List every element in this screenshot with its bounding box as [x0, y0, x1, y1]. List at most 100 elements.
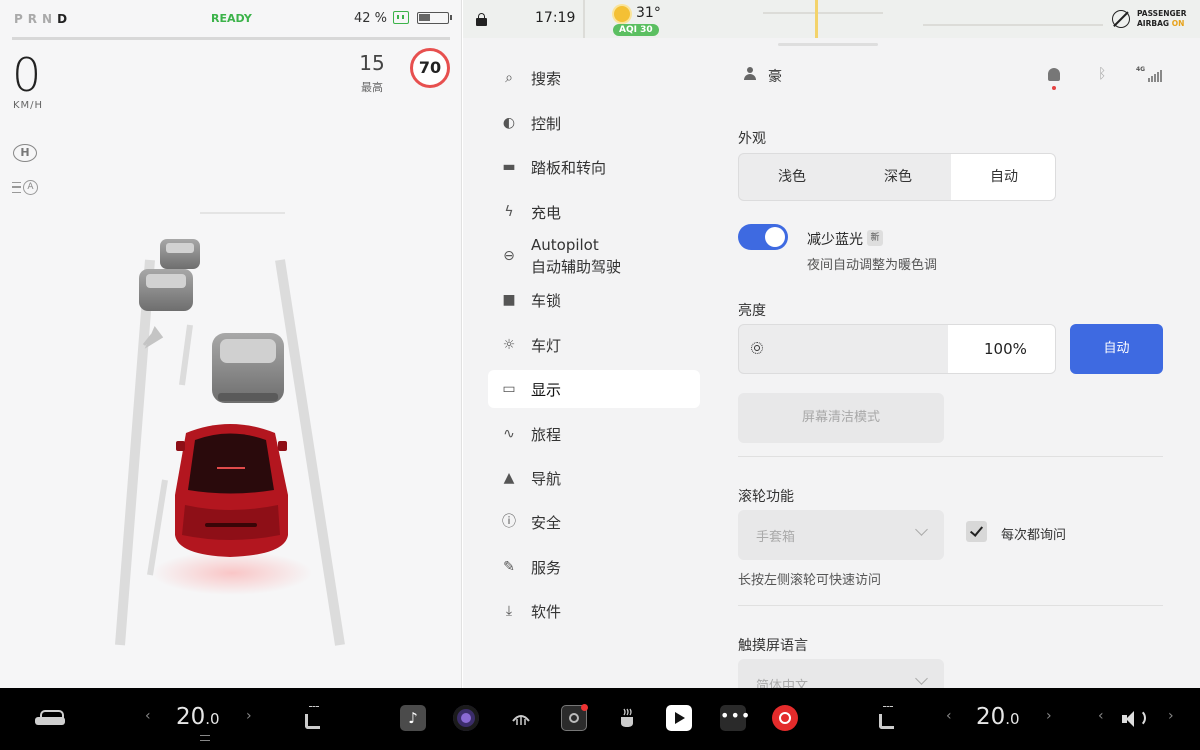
appearance-segmented-control: 浅色 深色 自动: [738, 153, 1056, 201]
speed-unit: KM/H: [13, 100, 44, 111]
chevron-down-icon: [915, 672, 928, 685]
user-icon[interactable]: [744, 67, 756, 81]
outside-temperature: 31°: [636, 5, 661, 21]
new-badge: 新: [867, 230, 883, 246]
menu-item-service[interactable]: ✎ 服务: [488, 548, 700, 586]
vehicle-distant-2: [139, 269, 193, 311]
camera-app-icon[interactable]: [453, 705, 479, 731]
menu-item-label: 踏板和转向: [531, 159, 607, 177]
scroll-wheel-hint: 长按左侧滚轮可快速访问: [738, 573, 882, 588]
chevron-down-icon: [915, 523, 928, 536]
menu-item-label: 服务: [531, 559, 562, 577]
lane-line-left: [115, 259, 155, 646]
clock: 17:19: [535, 10, 576, 26]
brake-light-glow: [152, 551, 312, 595]
bolt-icon: ϟ: [504, 204, 514, 220]
reduce-blue-light-label: 减少蓝光: [807, 232, 863, 248]
appearance-option-auto[interactable]: 自动: [951, 154, 1055, 200]
menu-item-label: 充电: [531, 204, 562, 222]
menu-item-label: 旅程: [531, 426, 562, 444]
driver-temp-down-button[interactable]: ‹: [145, 708, 151, 724]
menu-item-safety[interactable]: ⓘ 安全: [488, 503, 700, 541]
appearance-option-light[interactable]: 浅色: [739, 154, 845, 200]
menu-item-label: 车灯: [531, 337, 562, 355]
ready-indicator: READY: [211, 12, 252, 25]
vehicle-lead: [212, 333, 284, 403]
max-speed-label: 最高: [361, 81, 383, 94]
menu-item-search[interactable]: ⌕ 搜索: [488, 59, 700, 97]
passenger-temp-up-button[interactable]: ›: [1046, 708, 1052, 724]
passenger-seat-heater-icon[interactable]: [877, 706, 895, 729]
vehicle-distant-1: [160, 239, 200, 269]
auto-high-beam-icon: A: [12, 180, 38, 196]
map-road: [583, 0, 585, 38]
reduce-blue-light-toggle[interactable]: [738, 224, 788, 250]
music-app-icon[interactable]: ♪: [400, 705, 426, 731]
menu-item-navigation[interactable]: ▲ 导航: [488, 459, 700, 497]
passenger-temp-down-button[interactable]: ‹: [946, 708, 952, 724]
brightness-title: 亮度: [738, 303, 766, 319]
menu-item-autopilot[interactable]: ⊖ Autopilot 自动辅助驾驶: [488, 236, 700, 276]
menu-item-locks[interactable]: ■ 车锁: [488, 281, 700, 319]
menu-item-trips[interactable]: ∿ 旅程: [488, 415, 700, 453]
menu-item-controls[interactable]: ◐ 控制: [488, 104, 700, 142]
trips-icon: ∿: [503, 426, 515, 442]
more-apps-icon[interactable]: •••: [720, 705, 750, 731]
driving-panel: PRND READY 42 % 0 KM/H 15 最高 70 H A: [0, 0, 462, 688]
appearance-title: 外观: [738, 131, 766, 147]
menu-item-label: 导航: [531, 470, 562, 488]
ask-every-time-checkbox[interactable]: [966, 521, 987, 542]
menu-item-display[interactable]: ▭ 显示: [488, 370, 700, 408]
brightness-auto-button[interactable]: 自动: [1070, 324, 1163, 374]
lane-dash: [179, 324, 193, 386]
passenger-airbag-status: PASSENGER AIRBAG ON: [1137, 9, 1187, 28]
light-icon: ☼: [502, 337, 516, 353]
navigate-icon: ▲: [503, 470, 515, 486]
seat-heater-app-icon[interactable]: [614, 705, 640, 731]
brightness-icon: [751, 342, 763, 354]
screen-clean-mode-button[interactable]: 屏幕清洁模式: [738, 393, 944, 443]
rear-defrost-icon[interactable]: [508, 705, 534, 731]
driver-temp-up-button[interactable]: ›: [246, 708, 252, 724]
bell-icon[interactable]: [1048, 68, 1060, 81]
lock-icon[interactable]: [476, 13, 487, 26]
driver-temperature[interactable]: 20.0: [176, 704, 220, 730]
scroll-wheel-dropdown[interactable]: 手套箱: [738, 510, 944, 560]
passenger-airbag-icon: [1112, 10, 1130, 28]
menu-item-lights[interactable]: ☼ 车灯: [488, 326, 700, 364]
volume-up-button[interactable]: ›: [1168, 708, 1174, 724]
battery-percent: 42 %: [354, 11, 388, 26]
road-visualization: [115, 212, 345, 646]
lane-dash: [147, 479, 168, 576]
panel-drag-handle[interactable]: [778, 43, 878, 46]
driver-seat-heater-icon[interactable]: [303, 706, 321, 729]
volume-down-button[interactable]: ‹: [1098, 708, 1104, 724]
car-icon[interactable]: [35, 710, 65, 726]
hold-icon: H: [13, 144, 37, 162]
menu-item-charging[interactable]: ϟ 充电: [488, 193, 700, 231]
scroll-wheel-title: 滚轮功能: [738, 489, 794, 505]
menu-item-pedals-steering[interactable]: ▬ 踏板和转向: [488, 148, 700, 186]
map-road: [923, 24, 1103, 26]
max-speed: 15: [359, 51, 385, 75]
language-title: 触摸屏语言: [738, 638, 808, 654]
netease-music-app-icon[interactable]: [772, 705, 798, 731]
theater-app-icon[interactable]: [666, 705, 692, 731]
profile-name[interactable]: 豪: [768, 66, 782, 86]
menu-item-label: 软件: [531, 603, 562, 621]
charge-plug-icon: [393, 11, 409, 24]
appearance-option-dark[interactable]: 深色: [845, 154, 951, 200]
cellular-signal-icon: 4G: [1136, 66, 1162, 82]
map-road: [763, 12, 883, 14]
menu-item-software[interactable]: ⤓ 软件: [488, 592, 700, 630]
dashcam-app-icon[interactable]: [561, 704, 588, 731]
car-icon: ▬: [502, 159, 516, 175]
bluetooth-icon[interactable]: ᛒ: [1098, 66, 1106, 82]
menu-item-label: 搜索: [531, 70, 562, 88]
menu-item-label: Autopilot 自动辅助驾驶: [531, 236, 622, 276]
battery-icon[interactable]: [417, 12, 452, 24]
speed-readout: 0: [12, 48, 42, 102]
alert-icon: ⓘ: [502, 514, 516, 530]
passenger-temperature[interactable]: 20.0: [976, 704, 1020, 730]
download-icon: ⤓: [505, 603, 513, 619]
